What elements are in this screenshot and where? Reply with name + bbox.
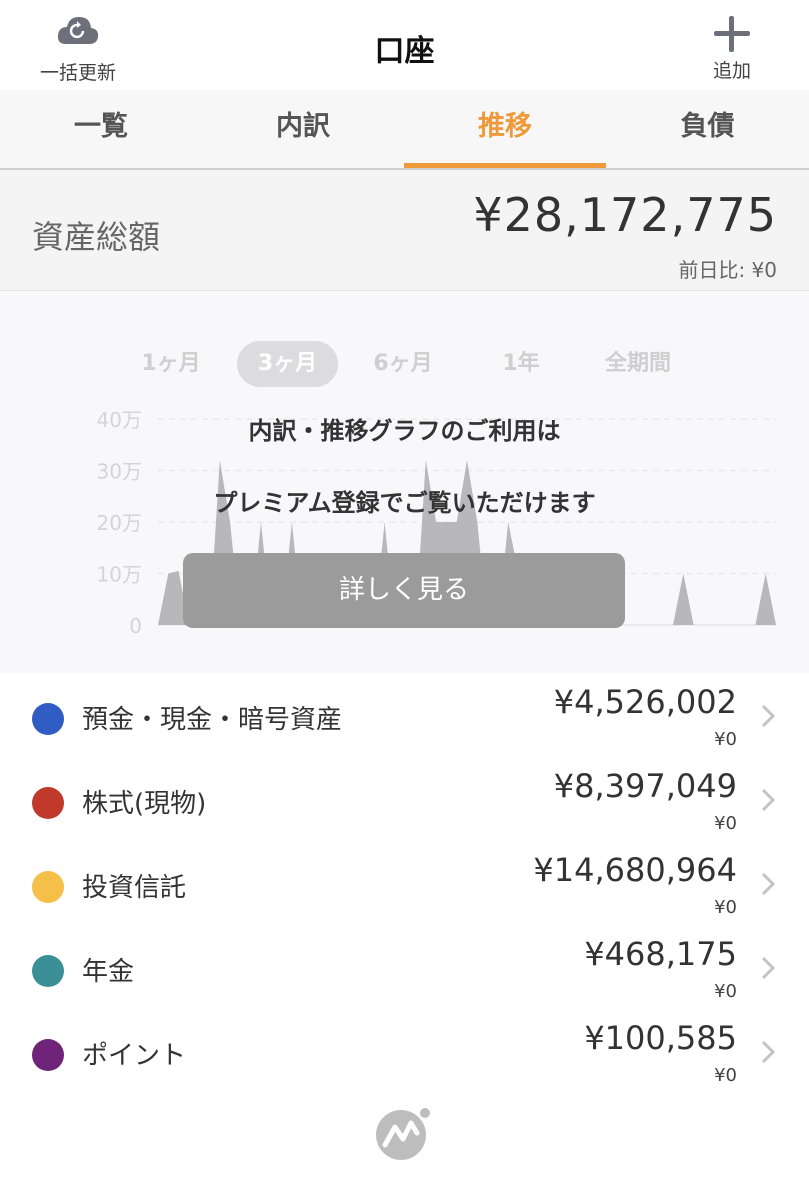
category-color-dot <box>32 787 64 819</box>
y-tick-label: 0 <box>129 614 142 638</box>
list-item-stocks[interactable]: 株式(現物) ¥8,397,049 ¥0 <box>0 757 809 841</box>
total-assets-summary: 資産総額 ¥28,172,775 前日比: ¥0 <box>0 170 809 291</box>
list-item-pension[interactable]: 年金 ¥468,175 ¥0 <box>0 925 809 1009</box>
y-tick-label: 30万 <box>97 460 142 484</box>
category-name: ポイント <box>82 1041 187 1071</box>
list-item-points[interactable]: ポイント ¥100,585 ¥0 <box>0 1009 809 1093</box>
category-change: ¥0 <box>714 1065 737 1086</box>
category-color-dot <box>32 871 64 903</box>
category-amount: ¥14,680,964 <box>533 851 737 889</box>
premium-notice-line2: プレミアム登録でご覧いただけます <box>213 489 596 517</box>
top-bar: 一括更新 口座 追加 <box>0 0 809 90</box>
tab-breakdown[interactable]: 内訳 <box>202 90 404 168</box>
tab-list[interactable]: 一覧 <box>0 90 202 168</box>
plus-icon <box>714 16 750 52</box>
category-color-dot <box>32 703 64 735</box>
chevron-right-icon <box>761 872 776 896</box>
chevron-right-icon <box>761 788 776 812</box>
category-change: ¥0 <box>714 729 737 750</box>
category-name: 預金・現金・暗号資産 <box>82 705 343 735</box>
chevron-right-icon <box>761 704 776 728</box>
category-color-dot <box>32 955 64 987</box>
category-amount: ¥468,175 <box>584 935 737 973</box>
category-amount: ¥4,526,002 <box>553 683 737 721</box>
period-1-year[interactable]: 1年 <box>492 341 550 387</box>
y-tick-label: 10万 <box>97 563 142 587</box>
add-label: 追加 <box>712 60 751 82</box>
category-change: ¥0 <box>714 897 737 918</box>
add-button[interactable]: 追加 <box>700 12 764 86</box>
chevron-right-icon <box>761 956 776 980</box>
period-selector: 1ヶ月 3ヶ月 6ヶ月 1年 全期間 <box>0 341 809 387</box>
list-item-investment-trusts[interactable]: 投資信託 ¥14,680,964 ¥0 <box>0 841 809 925</box>
tab-bar: 一覧 内訳 推移 負債 <box>0 90 809 170</box>
total-assets-label: 資産総額 <box>32 218 161 256</box>
premium-notice-line1: 内訳・推移グラフのご利用は <box>248 417 561 445</box>
category-color-dot <box>32 1039 64 1071</box>
category-name: 投資信託 <box>82 873 187 903</box>
page-title: 口座 <box>374 34 435 69</box>
chevron-right-icon <box>761 1040 776 1064</box>
learn-more-button[interactable]: 詳しく見る <box>183 553 625 628</box>
period-1-month[interactable]: 1ヶ月 <box>132 341 210 387</box>
category-amount: ¥100,585 <box>584 1019 737 1057</box>
period-all[interactable]: 全期間 <box>592 341 684 387</box>
category-change: ¥0 <box>714 813 737 834</box>
category-amount: ¥8,397,049 <box>553 767 737 805</box>
total-assets-value: ¥28,172,775 <box>473 188 777 242</box>
app-logo-icon <box>376 1108 430 1160</box>
tab-liabilities[interactable]: 負債 <box>606 90 809 168</box>
list-item-deposits[interactable]: 預金・現金・暗号資産 ¥4,526,002 ¥0 <box>0 673 809 757</box>
tab-trend[interactable]: 推移 <box>404 90 606 168</box>
day-over-day-change: 前日比: ¥0 <box>678 258 777 282</box>
category-change: ¥0 <box>714 981 737 1002</box>
category-name: 年金 <box>82 957 135 987</box>
period-3-months[interactable]: 3ヶ月 <box>237 341 338 387</box>
trend-chart-area: 40万 30万 20万 10万 0 1ヶ月 3ヶ月 6ヶ月 1年 全期間 内訳・推移グラ… <box>0 291 809 673</box>
period-6-months[interactable]: 6ヶ月 <box>362 341 444 387</box>
category-name: 株式(現物) <box>82 789 207 819</box>
